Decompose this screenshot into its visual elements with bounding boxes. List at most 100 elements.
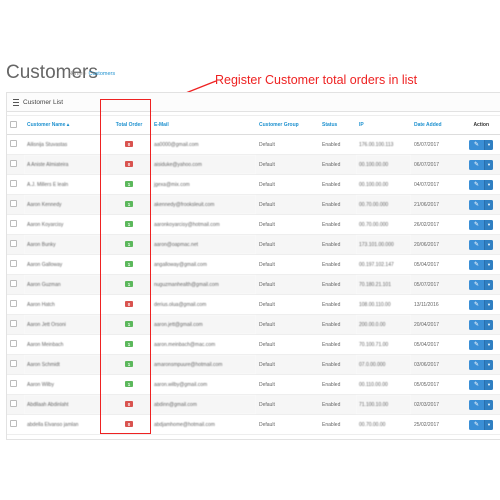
action-dropdown-button[interactable]: ▼ (484, 319, 493, 330)
total-order-cell: 0 (107, 154, 151, 175)
action-dropdown-button[interactable]: ▼ (484, 159, 493, 170)
customer-ip: 70.100.71.00 (356, 334, 411, 355)
row-checkbox[interactable] (10, 240, 17, 247)
action-button-group: ✎ ▼ (469, 139, 493, 150)
pencil-icon: ✎ (473, 182, 480, 188)
action-dropdown-button[interactable]: ▼ (484, 179, 493, 190)
customer-email: akennedy@frooksleuit.com (151, 194, 256, 215)
row-checkbox[interactable] (10, 260, 17, 267)
column-customer-group[interactable]: Customer Group (256, 115, 319, 135)
row-checkbox[interactable] (10, 200, 17, 207)
row-checkbox[interactable] (10, 420, 17, 427)
table-body: Ailisnija Stuvastas 0 aa0000@gmail.com Defa… (7, 134, 500, 435)
edit-button[interactable]: ✎ (469, 299, 484, 310)
action-button-group: ✎ ▼ (469, 339, 493, 350)
total-order-cell: 0 (107, 294, 151, 315)
edit-button[interactable]: ✎ (469, 139, 484, 150)
total-order-cell: 1 (107, 234, 151, 255)
row-select-cell (7, 134, 24, 155)
action-dropdown-button[interactable]: ▼ (484, 259, 493, 270)
action-dropdown-button[interactable]: ▼ (484, 339, 493, 350)
row-select-cell (7, 294, 24, 315)
customer-name: A Aniste Almiateira (24, 154, 107, 175)
action-dropdown-button[interactable]: ▼ (484, 239, 493, 250)
customer-name: Abdllaah Abdinlaht (24, 394, 107, 415)
customer-name: Ailisnija Stuvastas (24, 134, 107, 155)
edit-button[interactable]: ✎ (469, 359, 484, 370)
action-dropdown-button[interactable]: ▼ (484, 199, 493, 210)
action-dropdown-button[interactable]: ▼ (484, 139, 493, 150)
customer-status: Enabled (319, 354, 356, 375)
row-checkbox[interactable] (10, 140, 17, 147)
table-row: Aaron Hatch 0 derius.olua@gmail.com Default… (7, 294, 500, 315)
row-checkbox[interactable] (10, 340, 17, 347)
breadcrumb-home[interactable]: Home (68, 71, 83, 77)
customer-table: Customer Name ▴ Total Order E-Mail Custo… (7, 115, 500, 435)
action-dropdown-button[interactable]: ▼ (484, 279, 493, 290)
row-checkbox[interactable] (10, 160, 17, 167)
row-checkbox[interactable] (10, 300, 17, 307)
column-total-order[interactable]: Total Order (107, 115, 151, 135)
table-header-row: Customer Name ▴ Total Order E-Mail Custo… (7, 115, 500, 135)
customer-email: aisiduke@yahoo.com (151, 154, 256, 175)
pencil-icon: ✎ (473, 162, 480, 168)
column-status[interactable]: Status (319, 115, 356, 135)
breadcrumb: Home › Customers (68, 71, 115, 77)
action-dropdown-button[interactable]: ▼ (484, 379, 493, 390)
customer-email: abdjamhome@hotmail.com (151, 414, 256, 435)
action-dropdown-button[interactable]: ▼ (484, 299, 493, 310)
customer-email: aaronkoyarcisy@hotmail.com (151, 214, 256, 235)
row-checkbox[interactable] (10, 400, 17, 407)
column-date-added[interactable]: Date Added (411, 115, 460, 135)
edit-button[interactable]: ✎ (469, 219, 484, 230)
customer-status: Enabled (319, 234, 356, 255)
caret-down-icon: ▼ (487, 362, 491, 367)
edit-button[interactable]: ✎ (469, 339, 484, 350)
edit-button[interactable]: ✎ (469, 259, 484, 270)
pencil-icon: ✎ (473, 222, 480, 228)
row-checkbox[interactable] (10, 220, 17, 227)
customer-ip: 07.0.00.000 (356, 354, 411, 375)
action-button-group: ✎ ▼ (469, 159, 493, 170)
date-added: 05/05/2017 (411, 374, 460, 395)
edit-button[interactable]: ✎ (469, 379, 484, 390)
breadcrumb-customers[interactable]: Customers (89, 71, 116, 77)
row-checkbox[interactable] (10, 180, 17, 187)
edit-button[interactable]: ✎ (469, 319, 484, 330)
row-checkbox[interactable] (10, 320, 17, 327)
row-checkbox[interactable] (10, 360, 17, 367)
action-cell: ✎ ▼ (460, 354, 500, 375)
action-dropdown-button[interactable]: ▼ (484, 359, 493, 370)
list-icon (13, 98, 19, 106)
action-dropdown-button[interactable]: ▼ (484, 219, 493, 230)
pencil-icon: ✎ (473, 382, 480, 388)
action-dropdown-button[interactable]: ▼ (484, 399, 493, 410)
edit-button[interactable]: ✎ (469, 159, 484, 170)
row-select-cell (7, 194, 24, 215)
edit-button[interactable]: ✎ (469, 419, 484, 430)
row-checkbox[interactable] (10, 380, 17, 387)
column-email[interactable]: E-Mail (151, 115, 256, 135)
customer-email: aaron@oapmac.net (151, 234, 256, 255)
select-all-checkbox[interactable] (10, 120, 17, 128)
total-order-cell: 1 (107, 374, 151, 395)
column-ip[interactable]: IP (356, 115, 411, 135)
edit-button[interactable]: ✎ (469, 399, 484, 410)
customer-group: Default (256, 254, 319, 275)
pencil-icon: ✎ (473, 302, 480, 308)
row-select-cell (7, 314, 24, 335)
edit-button[interactable]: ✎ (469, 179, 484, 190)
column-customer-name[interactable]: Customer Name ▴ (24, 115, 107, 135)
edit-button[interactable]: ✎ (469, 279, 484, 290)
total-order-badge: 0 (125, 401, 133, 408)
customer-group: Default (256, 234, 319, 255)
edit-button[interactable]: ✎ (469, 199, 484, 210)
row-checkbox[interactable] (10, 280, 17, 287)
edit-button[interactable]: ✎ (469, 239, 484, 250)
customer-ip: 00.110.00.00 (356, 374, 411, 395)
action-dropdown-button[interactable]: ▼ (484, 419, 493, 430)
table-row: abdella Elvanso jamlan 0 abdjamhome@hotmai… (7, 414, 500, 435)
pencil-icon: ✎ (473, 342, 480, 348)
pencil-icon: ✎ (473, 262, 480, 268)
action-button-group: ✎ ▼ (469, 179, 493, 190)
